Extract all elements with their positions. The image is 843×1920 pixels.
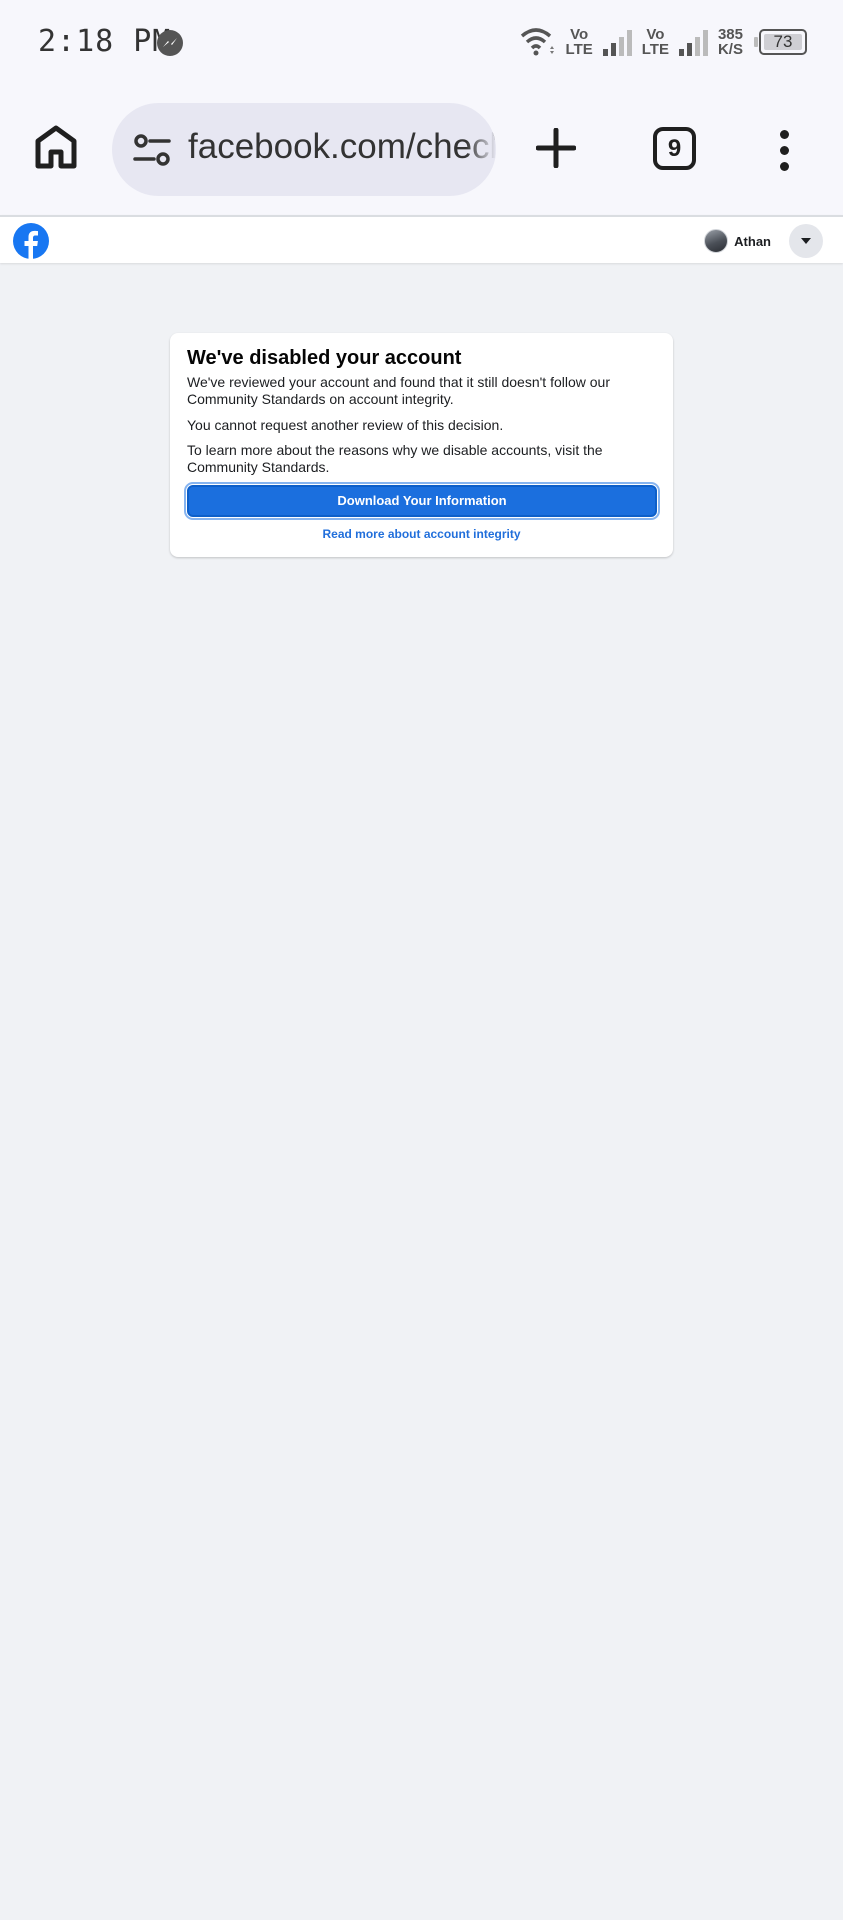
volte-bottom: LTE — [641, 41, 669, 58]
card-paragraph-review: We've reviewed your account and found th… — [187, 374, 610, 407]
battery-icon: 73 — [754, 29, 807, 55]
site-settings-icon[interactable] — [133, 132, 171, 168]
card-paragraph-no-review: You cannot request another review of thi… — [187, 417, 504, 433]
status-icons: Vo LTE Vo LTE 385 K/S 73 — [520, 22, 807, 62]
messenger-icon — [157, 30, 183, 56]
avatar[interactable] — [704, 229, 729, 253]
status-time: 2:18 PM — [38, 24, 172, 59]
signal-icon-2 — [678, 28, 708, 56]
card-title: We've disabled your account — [187, 347, 462, 369]
signal-icon-1 — [602, 28, 632, 56]
read-more-link[interactable]: Read more about account integrity — [187, 527, 656, 541]
wifi-icon — [520, 28, 554, 56]
volte-bottom: LTE — [565, 41, 593, 58]
volte-indicator-2: Vo LTE — [642, 27, 669, 57]
account-profile[interactable]: Athan — [704, 229, 771, 253]
more-vert-icon[interactable] — [777, 130, 791, 172]
account-menu-button[interactable] — [789, 224, 823, 258]
tab-switcher-button[interactable]: 9 — [653, 127, 696, 170]
speed-unit: K/S — [717, 41, 743, 58]
account-disabled-card: We've disabled your account We've review… — [170, 333, 673, 557]
download-information-button[interactable]: Download Your Information — [184, 482, 660, 520]
network-speed: 385 K/S — [718, 27, 743, 57]
home-icon[interactable] — [33, 124, 79, 170]
facebook-logo[interactable] — [13, 223, 49, 259]
status-bar: 2:18 PM Vo LTE Vo LTE 385 K/S 73 — [0, 0, 843, 84]
volte-indicator-1: Vo LTE — [566, 27, 593, 57]
speed-value: 385 — [717, 26, 743, 43]
volte-top: Vo — [570, 26, 589, 43]
volte-top: Vo — [646, 26, 665, 43]
address-bar[interactable]: facebook.com/checl — [112, 103, 496, 196]
facebook-header: Athan — [0, 215, 843, 263]
url-text[interactable]: facebook.com/checl — [188, 127, 496, 167]
user-name[interactable]: Athan — [734, 234, 771, 249]
battery-level: 73 — [773, 32, 793, 51]
browser-toolbar: facebook.com/checl 9 — [0, 84, 843, 215]
card-paragraph-learn-more: To learn more about the reasons why we d… — [187, 442, 603, 475]
new-tab-icon[interactable] — [536, 128, 576, 168]
